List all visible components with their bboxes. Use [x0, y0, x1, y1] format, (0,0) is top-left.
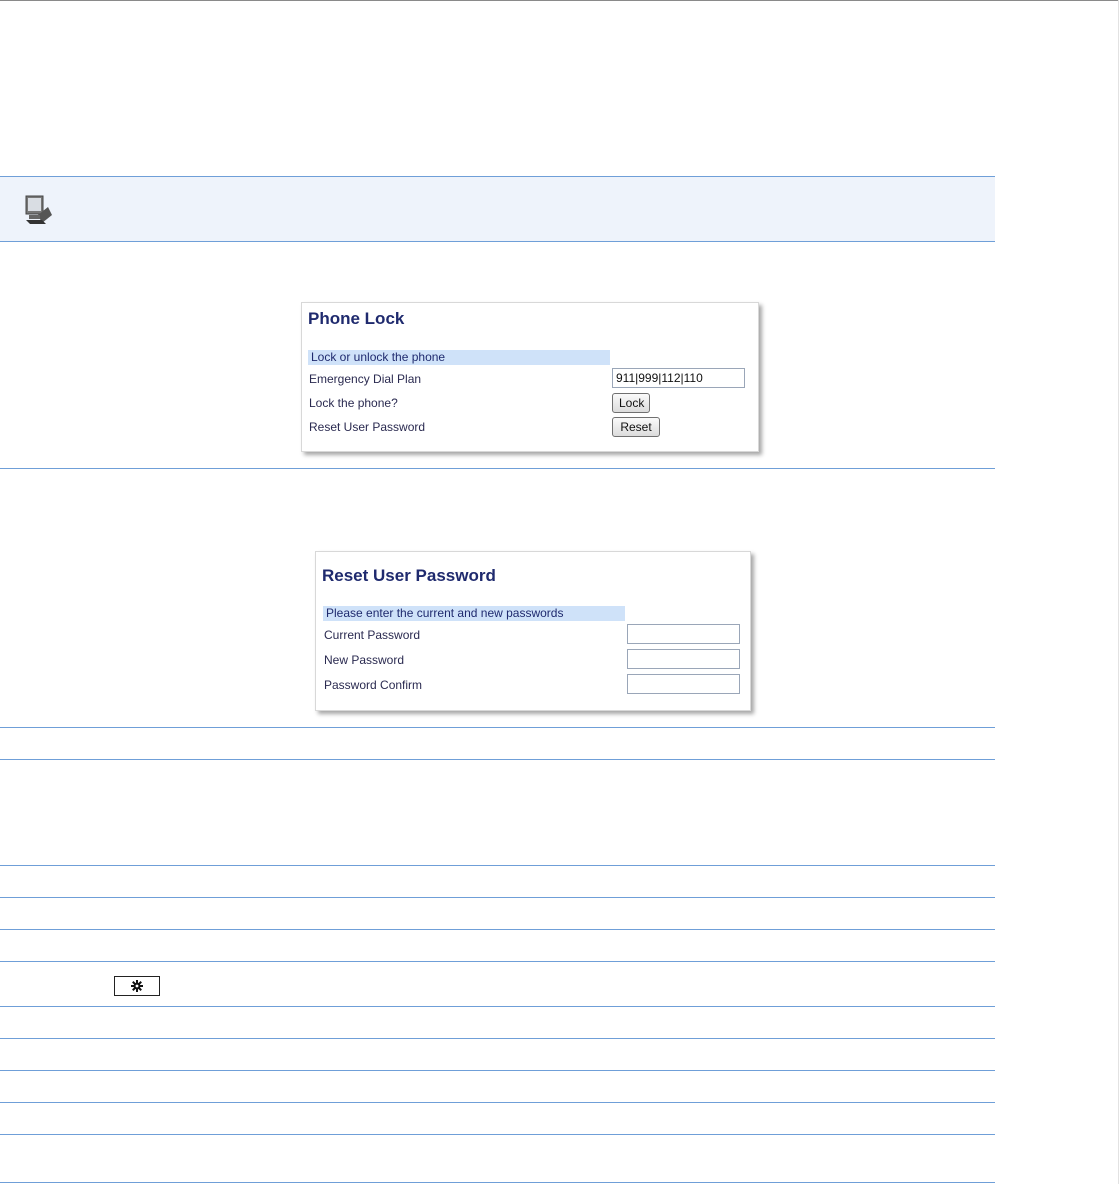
section-header: Lock or unlock the phone	[308, 350, 610, 365]
divider	[0, 1102, 995, 1103]
reset-password-panel: Reset User Password Please enter the cur…	[315, 551, 751, 711]
panel-title: Reset User Password	[322, 566, 496, 585]
phone-lock-panel: Phone Lock Lock or unlock the phone Emer…	[301, 302, 759, 452]
divider	[0, 865, 995, 866]
new-password-label: New Password	[324, 653, 405, 667]
computer-icon	[25, 195, 52, 224]
divider	[0, 929, 995, 930]
divider	[0, 1182, 995, 1183]
divider	[0, 727, 995, 728]
divider	[0, 897, 995, 898]
current-password-field[interactable]	[627, 624, 740, 644]
icon-band	[0, 176, 995, 242]
reset-button[interactable]: Reset	[612, 417, 660, 437]
gear-icon	[131, 980, 143, 992]
current-password-label: Current Password	[324, 628, 421, 642]
divider	[0, 1134, 995, 1135]
divider	[0, 961, 995, 962]
emergency-dial-plan-input[interactable]	[612, 368, 745, 388]
divider	[0, 1038, 995, 1039]
panel-title: Phone Lock	[308, 309, 405, 328]
divider	[0, 759, 995, 760]
lock-button[interactable]: Lock	[612, 393, 650, 413]
divider	[0, 1006, 995, 1007]
divider	[0, 1070, 995, 1071]
section-header: Please enter the current and new passwor…	[323, 606, 625, 621]
divider	[0, 468, 995, 469]
emergency-dial-plan-label: Emergency Dial Plan	[309, 372, 422, 386]
options-key	[114, 976, 160, 996]
password-confirm-field[interactable]	[627, 674, 740, 694]
reset-password-label: Reset User Password	[309, 420, 426, 434]
new-password-field[interactable]	[627, 649, 740, 669]
top-divider	[0, 0, 1119, 1]
password-confirm-label: Password Confirm	[324, 678, 423, 692]
lock-phone-label: Lock the phone?	[309, 396, 398, 410]
